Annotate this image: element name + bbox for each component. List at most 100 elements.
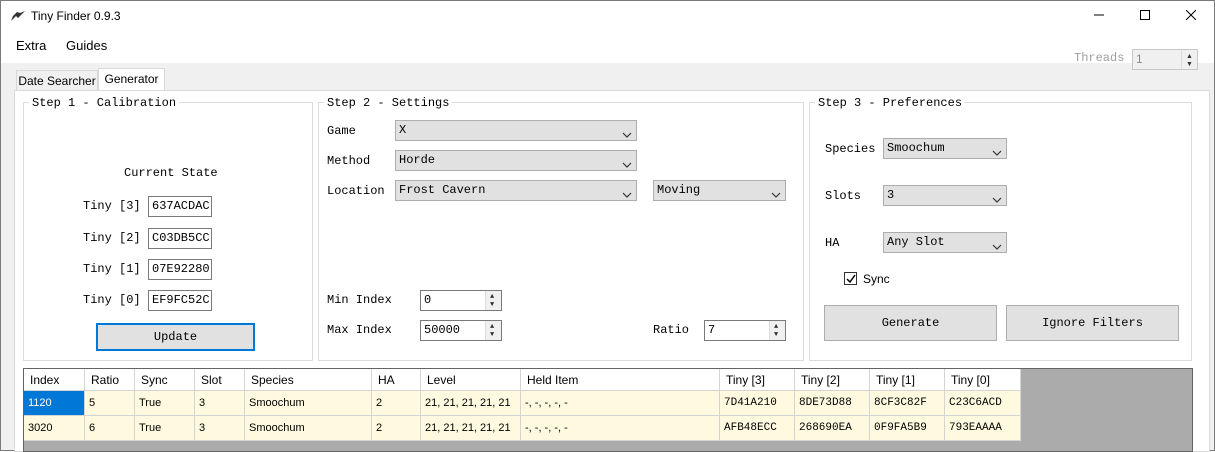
- column-header[interactable]: Tiny [0]: [945, 369, 1021, 391]
- app-icon: [10, 9, 26, 23]
- min-index-spin-buttons[interactable]: ▲ ▼: [485, 291, 501, 310]
- tiny3-input[interactable]: 637ACDAC: [148, 196, 212, 217]
- settings-title: Step 2 - Settings: [324, 96, 453, 110]
- table-cell[interactable]: 268690EA: [795, 416, 870, 441]
- chevron-down-icon: [622, 187, 632, 198]
- threads-spin-buttons[interactable]: ▲ ▼: [1181, 50, 1197, 69]
- table-cell[interactable]: True: [135, 416, 195, 441]
- update-button[interactable]: Update: [96, 323, 255, 351]
- table-cell[interactable]: 3: [195, 416, 245, 441]
- column-header[interactable]: Tiny [3]: [720, 369, 795, 391]
- column-header[interactable]: Species: [245, 369, 372, 391]
- movement-value: Moving: [657, 183, 701, 197]
- table-cell[interactable]: 21, 21, 21, 21, 21: [421, 391, 521, 416]
- chevron-down-icon: [771, 187, 781, 198]
- table-cell[interactable]: True: [135, 391, 195, 416]
- method-label: Method: [327, 154, 371, 168]
- ha-select[interactable]: Any Slot: [883, 232, 1007, 253]
- chevron-down-icon: [622, 127, 632, 138]
- ratio-label: Ratio: [653, 323, 690, 337]
- table-cell[interactable]: 2: [372, 416, 421, 441]
- table-cell[interactable]: 1120: [24, 391, 85, 416]
- table-cell[interactable]: 8DE73D88: [795, 391, 870, 416]
- menu-bar: [1, 31, 1214, 63]
- table-cell[interactable]: 3: [195, 391, 245, 416]
- min-index-label: Min Index: [327, 293, 392, 307]
- table-cell[interactable]: -, -, -, -, -: [521, 416, 720, 441]
- max-index-stepper[interactable]: 50000 ▲ ▼: [420, 320, 502, 341]
- table-cell[interactable]: AFB48ECC: [720, 416, 795, 441]
- ratio-spin-buttons[interactable]: ▲ ▼: [769, 321, 785, 340]
- title-bar: Tiny Finder 0.9.3: [1, 1, 1214, 31]
- table-cell[interactable]: 0F9FA5B9: [870, 416, 945, 441]
- column-header[interactable]: Level: [421, 369, 521, 391]
- maximize-button[interactable]: [1122, 1, 1168, 31]
- app-window: Tiny Finder 0.9.3 Extra Guides Threads 1…: [0, 0, 1215, 452]
- movement-select[interactable]: Moving: [653, 180, 786, 201]
- table-cell[interactable]: 8CF3C82F: [870, 391, 945, 416]
- tiny2-label: Tiny [2]: [83, 231, 141, 245]
- table-cell[interactable]: -, -, -, -, -: [521, 391, 720, 416]
- column-header[interactable]: Tiny [1]: [870, 369, 945, 391]
- min-index-stepper[interactable]: 0 ▲ ▼: [420, 290, 502, 311]
- column-header[interactable]: Sync: [135, 369, 195, 391]
- tab-generator[interactable]: Generator: [98, 68, 165, 92]
- minimize-icon: [1094, 9, 1104, 23]
- location-label: Location: [327, 184, 385, 198]
- ratio-stepper[interactable]: 7 ▲ ▼: [704, 320, 786, 341]
- generate-button[interactable]: Generate: [824, 305, 997, 341]
- tiny0-input[interactable]: EF9FC52C: [148, 290, 212, 311]
- game-select[interactable]: X: [395, 120, 637, 141]
- table-cell[interactable]: 2: [372, 391, 421, 416]
- max-index-label: Max Index: [327, 323, 392, 337]
- threads-value: 1: [1136, 52, 1143, 66]
- method-select[interactable]: Horde: [395, 150, 637, 171]
- checkmark-icon: [846, 273, 856, 287]
- tab-date-searcher[interactable]: Date Searcher: [16, 70, 98, 92]
- table-cell[interactable]: 21, 21, 21, 21, 21: [421, 416, 521, 441]
- table-cell[interactable]: 6: [85, 416, 135, 441]
- slots-select[interactable]: 3: [883, 185, 1007, 206]
- table-cell[interactable]: C23C6ACD: [945, 391, 1021, 416]
- slots-value: 3: [887, 188, 895, 202]
- threads-stepper[interactable]: 1 ▲ ▼: [1132, 49, 1198, 70]
- column-header[interactable]: Index: [24, 369, 85, 391]
- table-cell[interactable]: Smoochum: [245, 391, 372, 416]
- chevron-down-icon: [992, 192, 1002, 203]
- chevron-down-icon: [992, 239, 1002, 250]
- table-cell[interactable]: 3020: [24, 416, 85, 441]
- table-cell[interactable]: 7D41A210: [720, 391, 795, 416]
- tiny1-input[interactable]: 07E92280: [148, 259, 212, 280]
- results-grid[interactable]: Index Ratio Sync Slot Species HA Level H…: [23, 368, 1193, 452]
- preferences-title: Step 3 - Preferences: [815, 96, 966, 110]
- column-header[interactable]: Slot: [195, 369, 245, 391]
- sync-label: Sync: [863, 272, 890, 286]
- game-value: X: [399, 123, 407, 137]
- menu-extra[interactable]: Extra: [16, 38, 46, 53]
- column-header[interactable]: Tiny [2]: [795, 369, 870, 391]
- method-value: Horde: [399, 153, 436, 167]
- max-index-spin-buttons[interactable]: ▲ ▼: [485, 321, 501, 340]
- tiny2-input[interactable]: C03DB5CC: [148, 228, 212, 249]
- chevron-down-icon: [622, 157, 632, 168]
- table-cell[interactable]: 5: [85, 391, 135, 416]
- tiny3-label: Tiny [3]: [83, 199, 141, 213]
- ignore-filters-button[interactable]: Ignore Filters: [1006, 305, 1179, 341]
- sync-checkbox[interactable]: [844, 272, 857, 285]
- menu-guides[interactable]: Guides: [66, 38, 107, 53]
- max-index-value: 50000: [424, 323, 461, 337]
- column-header[interactable]: HA: [372, 369, 421, 391]
- species-select[interactable]: Smoochum: [883, 138, 1007, 159]
- table-cell[interactable]: Smoochum: [245, 416, 372, 441]
- window-title: Tiny Finder 0.9.3: [31, 9, 121, 23]
- min-index-value: 0: [424, 293, 432, 307]
- species-label: Species: [825, 142, 876, 156]
- minimize-button[interactable]: [1076, 1, 1122, 31]
- species-value: Smoochum: [887, 141, 945, 155]
- column-header[interactable]: Ratio: [85, 369, 135, 391]
- location-select[interactable]: Frost Cavern: [395, 180, 637, 201]
- close-button[interactable]: [1168, 1, 1214, 31]
- table-cell[interactable]: 793EAAAA: [945, 416, 1021, 441]
- column-header[interactable]: Held Item: [521, 369, 720, 391]
- close-icon: [1185, 9, 1197, 23]
